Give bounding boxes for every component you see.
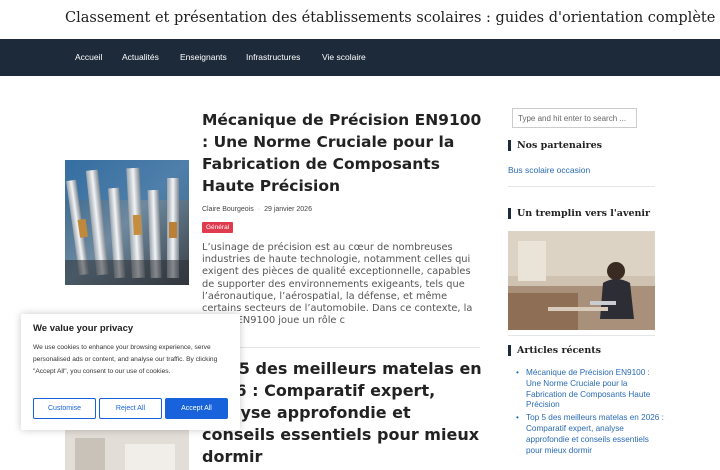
search-input[interactable] [512,108,637,128]
recent-article-link[interactable]: Mécanique de Précision EN9100 : Une Norm… [516,368,664,411]
site-title[interactable]: Classement et présentation des établisse… [65,10,715,26]
main-nav: Accueil Actualités Enseignants Infrastru… [0,39,720,76]
recent-articles-list: Mécanique de Précision EN9100 : Une Norm… [516,368,664,458]
meta-separator: · [257,206,261,213]
nav-item-infrastructures[interactable]: Infrastructures [246,52,300,62]
post-date: 29 janvier 2026 [264,206,312,213]
cookie-text: We use cookies to enhance your browsing … [33,344,218,376]
customise-button[interactable]: Customise [33,398,96,419]
post-author[interactable]: Claire Bourgeois [202,206,254,213]
cookie-title: We value your privacy [33,323,134,334]
sidebar-divider [508,335,655,336]
post-thumbnail-mattress[interactable] [65,430,189,470]
post-meta: Claire Bourgeois · 29 janvier 2026 [202,206,312,213]
cookie-consent-banner: We value your privacy We use cookies to … [21,314,240,430]
sidebar-divider [508,186,655,187]
partner-link[interactable]: Bus scolaire occasion [508,165,590,175]
nav-item-vie-scolaire[interactable]: Vie scolaire [322,52,366,62]
post-excerpt: L’usinage de précision est au cœur de no… [202,242,473,327]
post-title[interactable]: Mécanique de Précision EN9100 : Une Norm… [202,109,482,197]
nav-item-enseignants[interactable]: Enseignants [180,52,227,62]
category-badge[interactable]: Général [202,222,234,233]
widget-title-future: Un tremplin vers l'avenir [508,208,650,219]
widget-title-recent: Articles récents [508,345,601,356]
site-header: Classement et présentation des établisse… [0,0,720,39]
widget-title-partners: Nos partenaires [508,140,602,151]
nav-item-accueil[interactable]: Accueil [75,52,102,62]
post-divider [202,347,480,348]
post-title[interactable]: Top 5 des meilleurs matelas en 2026 : Co… [202,358,482,468]
nav-item-actualites[interactable]: Actualités [122,52,159,62]
accept-all-button[interactable]: Accept All [165,398,228,419]
sidebar-image-woman-laptop[interactable] [508,231,655,330]
post-thumbnail-machining[interactable] [65,160,189,285]
reject-all-button[interactable]: Reject All [99,398,162,419]
